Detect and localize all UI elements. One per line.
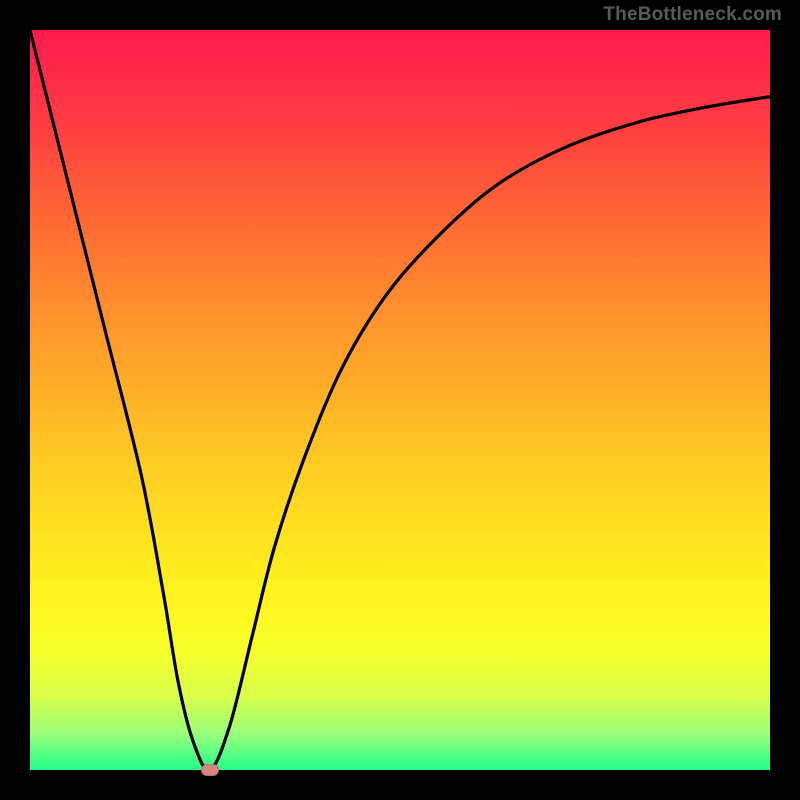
chart-stage: TheBottleneck.com [0,0,800,800]
watermark-text: TheBottleneck.com [603,4,782,26]
bottleneck-curve [30,30,770,770]
curve-svg [30,30,770,770]
optimal-marker [201,764,219,776]
plot-area [30,30,770,770]
